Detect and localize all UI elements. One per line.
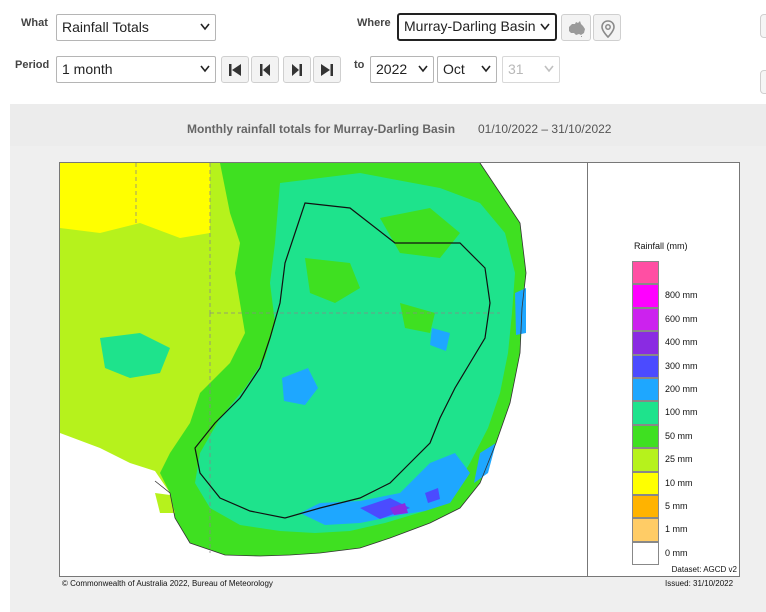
legend-label: 400 mm (665, 337, 698, 348)
legend-swatch (632, 518, 659, 542)
legend-swatch (632, 331, 659, 355)
legend-label: 600 mm (665, 313, 698, 324)
what-select[interactable]: Rainfall Totals (56, 14, 216, 41)
month-select[interactable]: Oct (437, 56, 497, 83)
legend-swatch (632, 401, 659, 425)
month-select-value: Oct (443, 61, 465, 77)
legend-label: 1 mm (665, 524, 688, 535)
where-select-value: Murray-Darling Basin (404, 18, 536, 34)
legend-swatch (632, 471, 659, 495)
period-label: Period (15, 59, 50, 71)
what-select-value: Rainfall Totals (62, 19, 149, 35)
legend-swatch (632, 284, 659, 308)
location-button[interactable] (593, 14, 621, 41)
last-period-button[interactable] (313, 56, 341, 83)
chevron-down-icon (418, 65, 428, 73)
legend-swatch (632, 261, 659, 285)
where-label: Where (357, 17, 391, 29)
legend-label: 50 mm (665, 430, 693, 441)
first-period-button[interactable] (221, 56, 249, 83)
period-select[interactable]: 1 month (56, 56, 216, 83)
australia-icon (569, 21, 585, 37)
chevron-down-icon (481, 65, 491, 73)
previous-period-button[interactable] (251, 56, 279, 83)
side-button-bottom[interactable] (760, 70, 766, 94)
legend: Rainfall (mm) 800 mm 600 mm 400 mm 300 mm 20… (587, 163, 739, 576)
legend-label: 200 mm (665, 384, 698, 394)
skip-to-end-icon (321, 64, 333, 76)
legend-swatch (632, 495, 659, 519)
chevron-down-icon (200, 23, 210, 31)
australia-map-button[interactable] (561, 14, 591, 41)
side-button-top[interactable] (760, 14, 766, 38)
rainfall-map-svg (60, 163, 587, 576)
map-date-range: 01/10/2022 – 31/10/2022 (478, 122, 612, 136)
legend-swatch (632, 424, 659, 449)
legend-label: 800 mm (665, 290, 698, 301)
next-period-button[interactable] (283, 56, 311, 83)
to-label: to (354, 59, 365, 71)
map-title: Monthly rainfall totals for Murray-Darli… (187, 122, 456, 136)
legend-label: 5 mm (665, 501, 688, 511)
legend-title: Rainfall (mm) (634, 241, 688, 251)
year-select-value: 2022 (376, 61, 408, 77)
step-back-icon (260, 64, 270, 76)
issued-date: Issued: 31/10/2022 (665, 579, 734, 588)
copyright-text: © Commonwealth of Australia 2022, Bureau… (62, 579, 273, 588)
what-label: What (21, 17, 48, 29)
map-title-bar: Monthly rainfall totals for Murray-Darli… (10, 104, 766, 146)
legend-swatch (632, 448, 659, 472)
day-select-value: 31 (508, 61, 524, 77)
legend-label: 10 mm (665, 477, 693, 488)
chevron-down-icon (540, 23, 550, 31)
year-select[interactable]: 2022 (370, 56, 434, 83)
legend-label: 300 mm (665, 360, 698, 371)
legend-label: 0 mm (665, 547, 688, 558)
where-select[interactable]: Murray-Darling Basin (397, 13, 557, 41)
rainfall-map[interactable] (60, 163, 587, 576)
map-pin-icon (601, 20, 615, 38)
legend-swatch (632, 541, 659, 566)
day-select: 31 (502, 56, 560, 83)
step-forward-icon (292, 64, 302, 76)
dataset-label: Dataset: AGCD v2 (671, 565, 737, 574)
legend-swatch (632, 378, 659, 402)
legend-label: 100 mm (665, 407, 698, 418)
legend-swatch (632, 307, 659, 332)
chevron-down-icon (200, 65, 210, 73)
legend-swatch (632, 354, 659, 378)
map-frame: Rainfall (mm) 800 mm 600 mm 400 mm 300 mm 20… (59, 162, 740, 577)
skip-to-start-icon (229, 64, 241, 76)
period-select-value: 1 month (62, 61, 113, 77)
chevron-down-icon (544, 65, 554, 73)
legend-label: 25 mm (665, 454, 693, 465)
